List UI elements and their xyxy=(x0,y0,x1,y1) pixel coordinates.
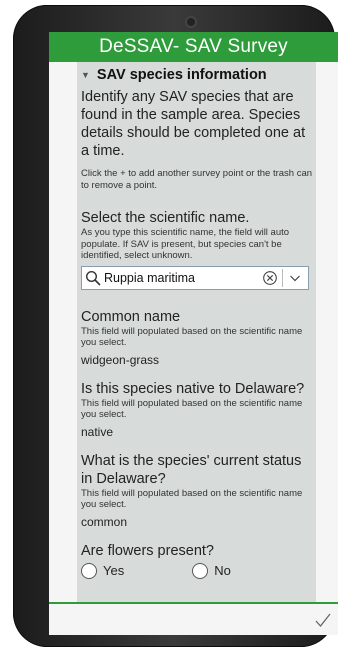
status-hint: This field will populated based on the s… xyxy=(81,487,303,511)
scientific-name-label: Select the scientific name. xyxy=(81,210,250,226)
phone-frame: DeSSAV- SAV Survey ▼ SAV species informa… xyxy=(13,5,338,647)
caret-down-icon[interactable]: ▼ xyxy=(81,70,90,80)
circle-x-icon[interactable] xyxy=(262,270,278,286)
native-label: Is this species native to Delaware? xyxy=(81,380,305,397)
section-description: Identify any SAV species that are found … xyxy=(81,89,306,159)
native-hint: This field will populated based on the s… xyxy=(81,397,303,421)
status-label: What is the species' current status in D… xyxy=(81,452,302,487)
scientific-name-input[interactable] xyxy=(104,270,244,285)
scientific-name-combobox[interactable] xyxy=(81,265,309,290)
flowers-options: Yes No xyxy=(81,562,313,579)
scientific-name-hint: As you type this scientific name, the fi… xyxy=(81,227,290,261)
status-value: common xyxy=(81,514,128,529)
chevron-down-icon[interactable] xyxy=(288,271,302,285)
form-scroll-area[interactable]: ▼ SAV species information Identify any S… xyxy=(77,62,316,629)
footer-bar xyxy=(49,604,338,635)
camera-icon xyxy=(187,18,195,26)
flowers-yes-radio[interactable] xyxy=(81,562,97,579)
magnifier-icon xyxy=(82,267,104,289)
app-title: DeSSAV- SAV Survey xyxy=(99,36,288,57)
flowers-label: Are flowers present? xyxy=(81,542,214,559)
section-hint: Click the + to add another survey point … xyxy=(81,168,313,191)
native-value: native xyxy=(81,424,114,439)
common-name-hint: This field will populated based on the s… xyxy=(81,325,303,349)
common-name-value: widgeon-grass xyxy=(81,352,160,367)
app-header: DeSSAV- SAV Survey xyxy=(49,32,338,62)
common-name-label: Common name xyxy=(81,308,181,325)
checkmark-icon[interactable] xyxy=(314,611,332,629)
flowers-no-radio[interactable] xyxy=(192,562,209,579)
flowers-no-label[interactable]: No xyxy=(214,563,231,578)
section-header[interactable]: ▼ SAV species information xyxy=(81,62,313,88)
section-title: SAV species information xyxy=(96,67,267,83)
app-screen: DeSSAV- SAV Survey ▼ SAV species informa… xyxy=(49,32,338,635)
flowers-yes-label[interactable]: Yes xyxy=(103,563,124,578)
form-content: ▼ SAV species information Identify any S… xyxy=(81,62,313,579)
